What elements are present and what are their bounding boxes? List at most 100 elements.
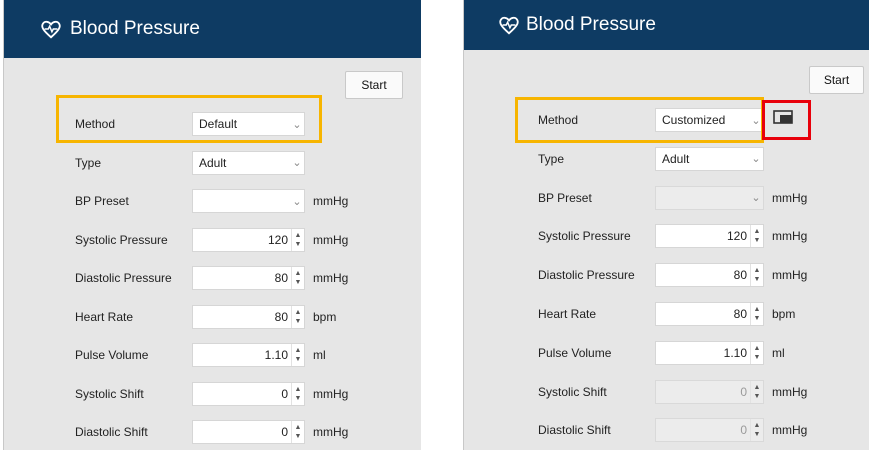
method-highlight xyxy=(56,95,322,143)
spinner-arrows-icon[interactable]: ▲ ▼ xyxy=(291,267,304,289)
spinner-arrows-icon[interactable]: ▲ ▼ xyxy=(291,421,304,443)
diastolic-pressure-input[interactable]: 80 ▲ ▼ xyxy=(655,263,764,288)
spinner-arrows-icon[interactable]: ▲ ▼ xyxy=(291,382,304,405)
heart-rate-unit: bpm xyxy=(772,307,796,321)
chevron-down-icon: ⌄ xyxy=(751,192,761,205)
bp-preset-select[interactable]: ⌄ xyxy=(192,189,305,213)
heart-pulse-icon xyxy=(40,18,62,40)
systolic-pressure-input[interactable]: 120 ▲ ▼ xyxy=(192,227,305,252)
bp-preset-select: ⌄ xyxy=(655,185,764,210)
systolic-shift-label: Systolic Shift xyxy=(75,386,144,401)
diastolic-pressure-input[interactable]: 80 ▲ ▼ xyxy=(192,266,305,290)
diastolic-shift-input: 0 ▲ ▼ xyxy=(655,418,764,443)
systolic-shift-unit: mmHg xyxy=(772,384,808,399)
systolic-pressure-input[interactable]: 120 ▲ ▼ xyxy=(655,224,764,249)
systolic-pressure-label: Systolic Pressure xyxy=(538,229,631,244)
diastolic-shift-value: 0 xyxy=(740,423,747,438)
row-type: Type Adult ⌄ xyxy=(4,150,421,177)
diastolic-shift-label: Diastolic Shift xyxy=(538,423,611,438)
systolic-shift-unit: mmHg xyxy=(313,386,349,401)
spinner-arrows-icon[interactable]: ▲ ▼ xyxy=(291,344,304,366)
diastolic-pressure-value: 80 xyxy=(274,271,288,285)
bp-preset-label: BP Preset xyxy=(75,194,129,208)
spinner-arrows-icon[interactable]: ▲ ▼ xyxy=(750,225,763,248)
heart-rate-unit: bpm xyxy=(313,309,337,324)
diastolic-pressure-label: Diastolic Pressure xyxy=(75,271,172,285)
systolic-shift-value: 0 xyxy=(281,386,288,401)
diastolic-pressure-value: 80 xyxy=(733,268,747,283)
row-bp-preset: BP Preset ⌄ mmHg xyxy=(4,189,421,215)
heart-rate-label: Heart Rate xyxy=(538,307,597,321)
row-heart-rate: Heart Rate 80 ▲ ▼ bpm xyxy=(4,304,421,331)
diastolic-shift-unit: mmHg xyxy=(772,423,808,438)
type-select[interactable]: Adult ⌄ xyxy=(192,150,305,175)
spinner-arrows-icon: ▲ ▼ xyxy=(750,380,763,403)
panel-title: Blood Pressure xyxy=(70,18,200,39)
spinner-arrows-icon[interactable]: ▲ ▼ xyxy=(750,303,763,325)
type-label: Type xyxy=(75,155,102,170)
heart-rate-input[interactable]: 80 ▲ ▼ xyxy=(192,304,305,329)
heart-pulse-icon xyxy=(498,14,520,36)
row-diastolic-shift: Diastolic Shift 0 ▲ ▼ mmHg xyxy=(4,420,421,446)
spinner-arrows-icon[interactable]: ▲ ▼ xyxy=(291,305,304,328)
pulse-volume-input[interactable]: 1.10 ▲ ▼ xyxy=(655,340,764,365)
systolic-shift-input[interactable]: 0 ▲ ▼ xyxy=(192,381,305,406)
row-type: Type Adult ⌄ xyxy=(464,146,869,173)
diastolic-shift-input[interactable]: 0 ▲ ▼ xyxy=(192,420,305,444)
spinner-arrows-icon[interactable]: ▲ ▼ xyxy=(291,228,304,251)
chevron-down-icon: ⌄ xyxy=(292,157,302,169)
systolic-pressure-value: 120 xyxy=(726,229,747,244)
type-value: Adult xyxy=(199,155,227,170)
systolic-pressure-label: Systolic Pressure xyxy=(75,232,168,247)
row-heart-rate: Heart Rate 80 ▲ ▼ bpm xyxy=(464,302,869,328)
heart-rate-label: Heart Rate xyxy=(75,309,134,324)
row-diastolic-pressure: Diastolic Pressure 80 ▲ ▼ mmHg xyxy=(4,266,421,292)
row-systolic-shift: Systolic Shift 0 ▲ ▼ mmHg xyxy=(4,381,421,408)
row-systolic-pressure: Systolic Pressure 120 ▲ ▼ mmHg xyxy=(4,227,421,254)
row-pulse-volume: Pulse Volume 1.10 ▲ ▼ ml xyxy=(464,340,869,367)
diastolic-pressure-label: Diastolic Pressure xyxy=(538,268,635,283)
spinner-arrows-icon: ▲ ▼ xyxy=(750,419,763,442)
spinner-arrows-icon[interactable]: ▲ ▼ xyxy=(750,341,763,364)
pulse-volume-input[interactable]: 1.10 ▲ ▼ xyxy=(192,343,305,367)
heart-rate-value: 80 xyxy=(733,307,747,321)
row-diastolic-pressure: Diastolic Pressure 80 ▲ ▼ mmHg xyxy=(464,263,869,289)
row-diastolic-shift: Diastolic Shift 0 ▲ ▼ mmHg xyxy=(464,418,869,444)
systolic-shift-input: 0 ▲ ▼ xyxy=(655,379,764,404)
heart-rate-input[interactable]: 80 ▲ ▼ xyxy=(655,302,764,326)
row-systolic-shift: Systolic Shift 0 ▲ ▼ mmHg xyxy=(464,379,869,406)
panel-header: Blood Pressure xyxy=(4,0,421,58)
bp-preset-unit: mmHg xyxy=(313,194,349,208)
pulse-volume-label: Pulse Volume xyxy=(75,348,149,362)
customize-highlight xyxy=(762,100,811,140)
bp-preset-label: BP Preset xyxy=(538,190,592,205)
panel-header: Blood Pressure xyxy=(464,0,869,50)
row-bp-preset: BP Preset ⌄ mmHg xyxy=(464,185,869,212)
diastolic-shift-value: 0 xyxy=(281,425,288,439)
pulse-volume-label: Pulse Volume xyxy=(538,345,612,360)
heart-rate-value: 80 xyxy=(274,309,288,324)
systolic-pressure-unit: mmHg xyxy=(772,229,808,244)
start-button[interactable]: Start xyxy=(345,71,403,99)
type-select[interactable]: Adult ⌄ xyxy=(655,146,764,171)
diastolic-shift-label: Diastolic Shift xyxy=(75,425,148,439)
diastolic-pressure-unit: mmHg xyxy=(313,271,349,285)
type-label: Type xyxy=(538,151,565,166)
type-value: Adult xyxy=(662,151,690,166)
chevron-down-icon: ⌄ xyxy=(292,195,302,208)
systolic-shift-value: 0 xyxy=(740,384,747,399)
pulse-volume-unit: ml xyxy=(772,345,785,360)
start-button[interactable]: Start xyxy=(809,66,864,94)
systolic-shift-label: Systolic Shift xyxy=(538,384,607,399)
bp-preset-unit: mmHg xyxy=(772,190,808,205)
pulse-volume-value: 1.10 xyxy=(723,345,747,360)
method-highlight xyxy=(515,97,764,143)
row-systolic-pressure: Systolic Pressure 120 ▲ ▼ mmHg xyxy=(464,224,869,250)
pulse-volume-unit: ml xyxy=(313,348,326,362)
panel-title: Blood Pressure xyxy=(526,14,656,35)
spinner-arrows-icon[interactable]: ▲ ▼ xyxy=(750,264,763,287)
diastolic-shift-unit: mmHg xyxy=(313,425,349,439)
systolic-pressure-unit: mmHg xyxy=(313,232,349,247)
blood-pressure-panel-default: Blood Pressure Start Method Default ⌄ Type A… xyxy=(3,0,421,450)
pulse-volume-value: 1.10 xyxy=(264,348,288,362)
